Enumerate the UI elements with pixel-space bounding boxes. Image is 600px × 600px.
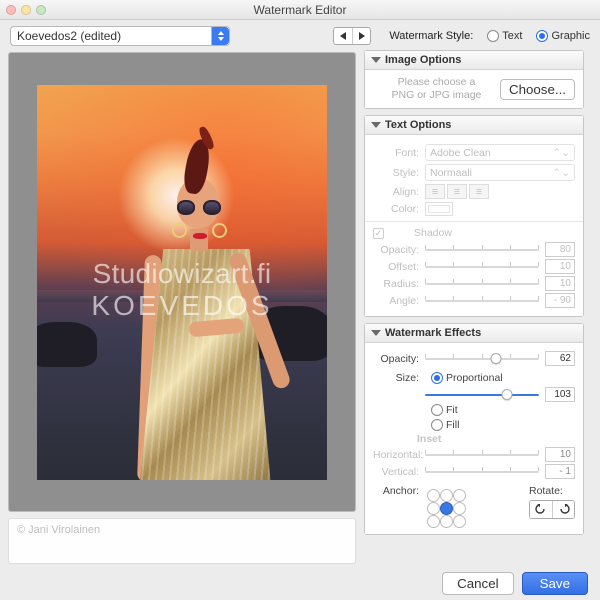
rotate-right-button[interactable]	[552, 501, 574, 518]
shadow-checkbox	[373, 228, 384, 239]
next-button[interactable]	[352, 28, 370, 44]
preview-image: Studiowizart.fi KOEVEDOS	[37, 85, 327, 480]
save-button[interactable]: Save	[522, 572, 588, 595]
fontstyle-select: Normaali⌃⌄	[425, 164, 575, 181]
align-center-icon: ≡	[447, 184, 467, 199]
rotate-buttons	[529, 500, 575, 519]
align-right-icon: ≡	[469, 184, 489, 199]
size-slider[interactable]	[425, 388, 539, 402]
disclosure-icon[interactable]	[371, 122, 381, 128]
preset-name: Koevedos2 (edited)	[17, 29, 121, 43]
rotate-label: Rotate:	[529, 485, 575, 497]
style-text-radio[interactable]: Text	[487, 30, 522, 42]
size-fill-radio[interactable]: Fill	[431, 419, 575, 431]
inset-v-slider	[425, 465, 539, 479]
section-text-options: Text Options Font: Adobe Clean⌃⌄ Style: …	[364, 115, 584, 317]
shadow-radius-slider	[425, 277, 539, 291]
rotate-left-button[interactable]	[530, 501, 552, 518]
choose-help: Please choose aPNG or JPG image	[373, 76, 500, 102]
opacity-value[interactable]: 62	[545, 351, 575, 366]
anchor-grid[interactable]	[427, 489, 466, 528]
watermark-style-label: Watermark Style:	[389, 30, 473, 42]
size-value[interactable]: 103	[545, 387, 575, 402]
style-graphic-radio[interactable]: Graphic	[536, 30, 590, 42]
updown-icon[interactable]	[211, 27, 229, 45]
inset-label: Inset	[417, 433, 575, 445]
preset-select[interactable]: Koevedos2 (edited)	[10, 26, 230, 46]
shadow-angle-slider	[425, 294, 539, 308]
align-buttons: ≡≡≡	[425, 184, 489, 199]
effects-title: Watermark Effects	[385, 327, 481, 339]
color-swatch	[425, 202, 453, 216]
disclosure-icon[interactable]	[371, 330, 381, 336]
cancel-button[interactable]: Cancel	[442, 572, 514, 595]
preview-area: Studiowizart.fi KOEVEDOS	[8, 52, 356, 512]
window-title: Watermark Editor	[0, 3, 600, 17]
shadow-opacity-slider	[425, 243, 539, 257]
choose-button[interactable]: Choose...	[500, 79, 575, 100]
size-fit-radio[interactable]: Fit	[431, 404, 575, 416]
preset-nav[interactable]	[333, 27, 371, 45]
section-watermark-effects: Watermark Effects Opacity: 62 Size: Prop…	[364, 323, 584, 535]
image-options-title: Image Options	[385, 54, 461, 66]
window-titlebar: Watermark Editor	[0, 0, 600, 20]
inset-h-slider	[425, 448, 539, 462]
section-image-options: Image Options Please choose aPNG or JPG …	[364, 50, 584, 109]
anchor-center[interactable]	[440, 502, 453, 515]
disclosure-icon[interactable]	[371, 57, 381, 63]
watermark-overlay: Studiowizart.fi KOEVEDOS	[37, 258, 327, 322]
align-left-icon: ≡	[425, 184, 445, 199]
opacity-slider[interactable]	[425, 352, 539, 366]
prev-button[interactable]	[334, 28, 352, 44]
font-select: Adobe Clean⌃⌄	[425, 144, 575, 161]
shadow-offset-slider	[425, 260, 539, 274]
text-options-title: Text Options	[385, 119, 451, 131]
size-proportional-radio[interactable]: Proportional	[431, 372, 503, 384]
copyright-field[interactable]: © Jani Virolainen	[8, 518, 356, 564]
